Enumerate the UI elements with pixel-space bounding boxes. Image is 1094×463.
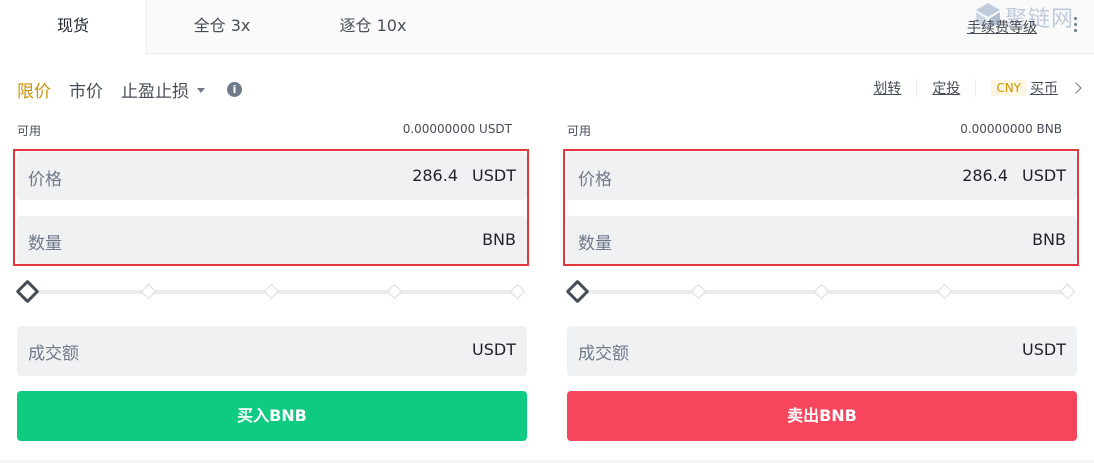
- trade-mode-tabbar: 现货 全仓 3x 逐仓 10x 聚链网 手续费等级: [0, 0, 1094, 55]
- sell-total-label: 成交额: [578, 344, 629, 364]
- sell-price-input[interactable]: 价格 286.4 USDT: [567, 152, 1077, 200]
- more-vertical-icon[interactable]: [1068, 14, 1082, 38]
- tab-isolated-margin[interactable]: 逐仓 10x: [318, 0, 428, 54]
- divider: [975, 79, 977, 97]
- chevron-right-icon[interactable]: [1070, 82, 1082, 94]
- sell-total-unit: USDT: [1022, 340, 1066, 359]
- sell-available-value: 0.00000000 BNB: [960, 122, 1062, 136]
- sell-bnb-button[interactable]: 卖出BNB: [567, 391, 1077, 441]
- buy-price-value[interactable]: 286.4: [412, 166, 458, 185]
- buy-quantity-input[interactable]: 数量 BNB: [17, 216, 527, 264]
- order-type-limit[interactable]: 限价: [17, 77, 51, 102]
- right-actions: 划转 定投 CNY 买币: [873, 76, 1082, 100]
- sell-available-label: 可用: [567, 124, 592, 138]
- info-icon[interactable]: i: [227, 81, 242, 97]
- buy-price-label: 价格: [28, 170, 62, 190]
- buy-bnb-button[interactable]: 买入BNB: [17, 391, 527, 441]
- slider-handle[interactable]: [565, 279, 590, 304]
- order-type-stop-limit[interactable]: 止盈止损: [121, 77, 205, 102]
- buy-price-input[interactable]: 价格 286.4 USDT: [17, 152, 527, 200]
- auto-invest-link[interactable]: 定投: [932, 78, 960, 98]
- sell-total-input[interactable]: 成交额 USDT: [567, 326, 1077, 376]
- buy-price-unit: USDT: [472, 166, 516, 185]
- slider-tick-100[interactable]: [509, 283, 526, 300]
- order-type-market[interactable]: 市价: [69, 77, 103, 102]
- slider-tick-50[interactable]: [263, 283, 280, 300]
- sell-price-value[interactable]: 286.4: [962, 166, 1008, 185]
- tab-spot[interactable]: 现货: [0, 0, 147, 55]
- order-type-stop-limit-label: 止盈止损: [121, 81, 189, 102]
- buy-available-row: 可用 0.00000000 USDT: [17, 120, 527, 140]
- divider: [916, 79, 918, 97]
- buy-available-value: 0.00000000 USDT: [402, 122, 512, 136]
- sell-price-label: 价格: [578, 170, 612, 190]
- currency-badge: CNY: [991, 80, 1026, 96]
- sell-quantity-input[interactable]: 数量 BNB: [567, 216, 1077, 264]
- buy-total-label: 成交额: [28, 344, 79, 364]
- sell-quantity-unit: BNB: [1032, 230, 1066, 249]
- slider-tick-75[interactable]: [936, 283, 953, 300]
- buy-available-label: 可用: [17, 124, 42, 138]
- sell-available-row: 可用 0.00000000 BNB: [567, 120, 1077, 140]
- slider-handle[interactable]: [15, 279, 40, 304]
- buy-amount-slider[interactable]: [15, 279, 527, 304]
- buy-quantity-unit: BNB: [482, 230, 516, 249]
- slider-tick-25[interactable]: [690, 283, 707, 300]
- buy-crypto-link[interactable]: 买币: [1030, 78, 1058, 98]
- transfer-link[interactable]: 划转: [873, 78, 901, 98]
- slider-tick-50[interactable]: [813, 283, 830, 300]
- sell-price-unit: USDT: [1022, 166, 1066, 185]
- slider-tick-100[interactable]: [1059, 283, 1076, 300]
- slider-tick-25[interactable]: [140, 283, 157, 300]
- caret-down-icon: [197, 87, 205, 93]
- buy-quantity-label: 数量: [28, 234, 62, 254]
- sell-quantity-label: 数量: [578, 234, 612, 254]
- order-type-selector: 限价 市价 止盈止损 i: [17, 76, 242, 102]
- slider-tick-75[interactable]: [386, 283, 403, 300]
- sell-amount-slider[interactable]: [565, 279, 1077, 304]
- tab-cross-margin[interactable]: 全仓 3x: [170, 0, 274, 54]
- buy-total-input[interactable]: 成交额 USDT: [17, 326, 527, 376]
- buy-total-unit: USDT: [472, 340, 516, 359]
- fee-level-link[interactable]: 手续费等级: [967, 17, 1037, 37]
